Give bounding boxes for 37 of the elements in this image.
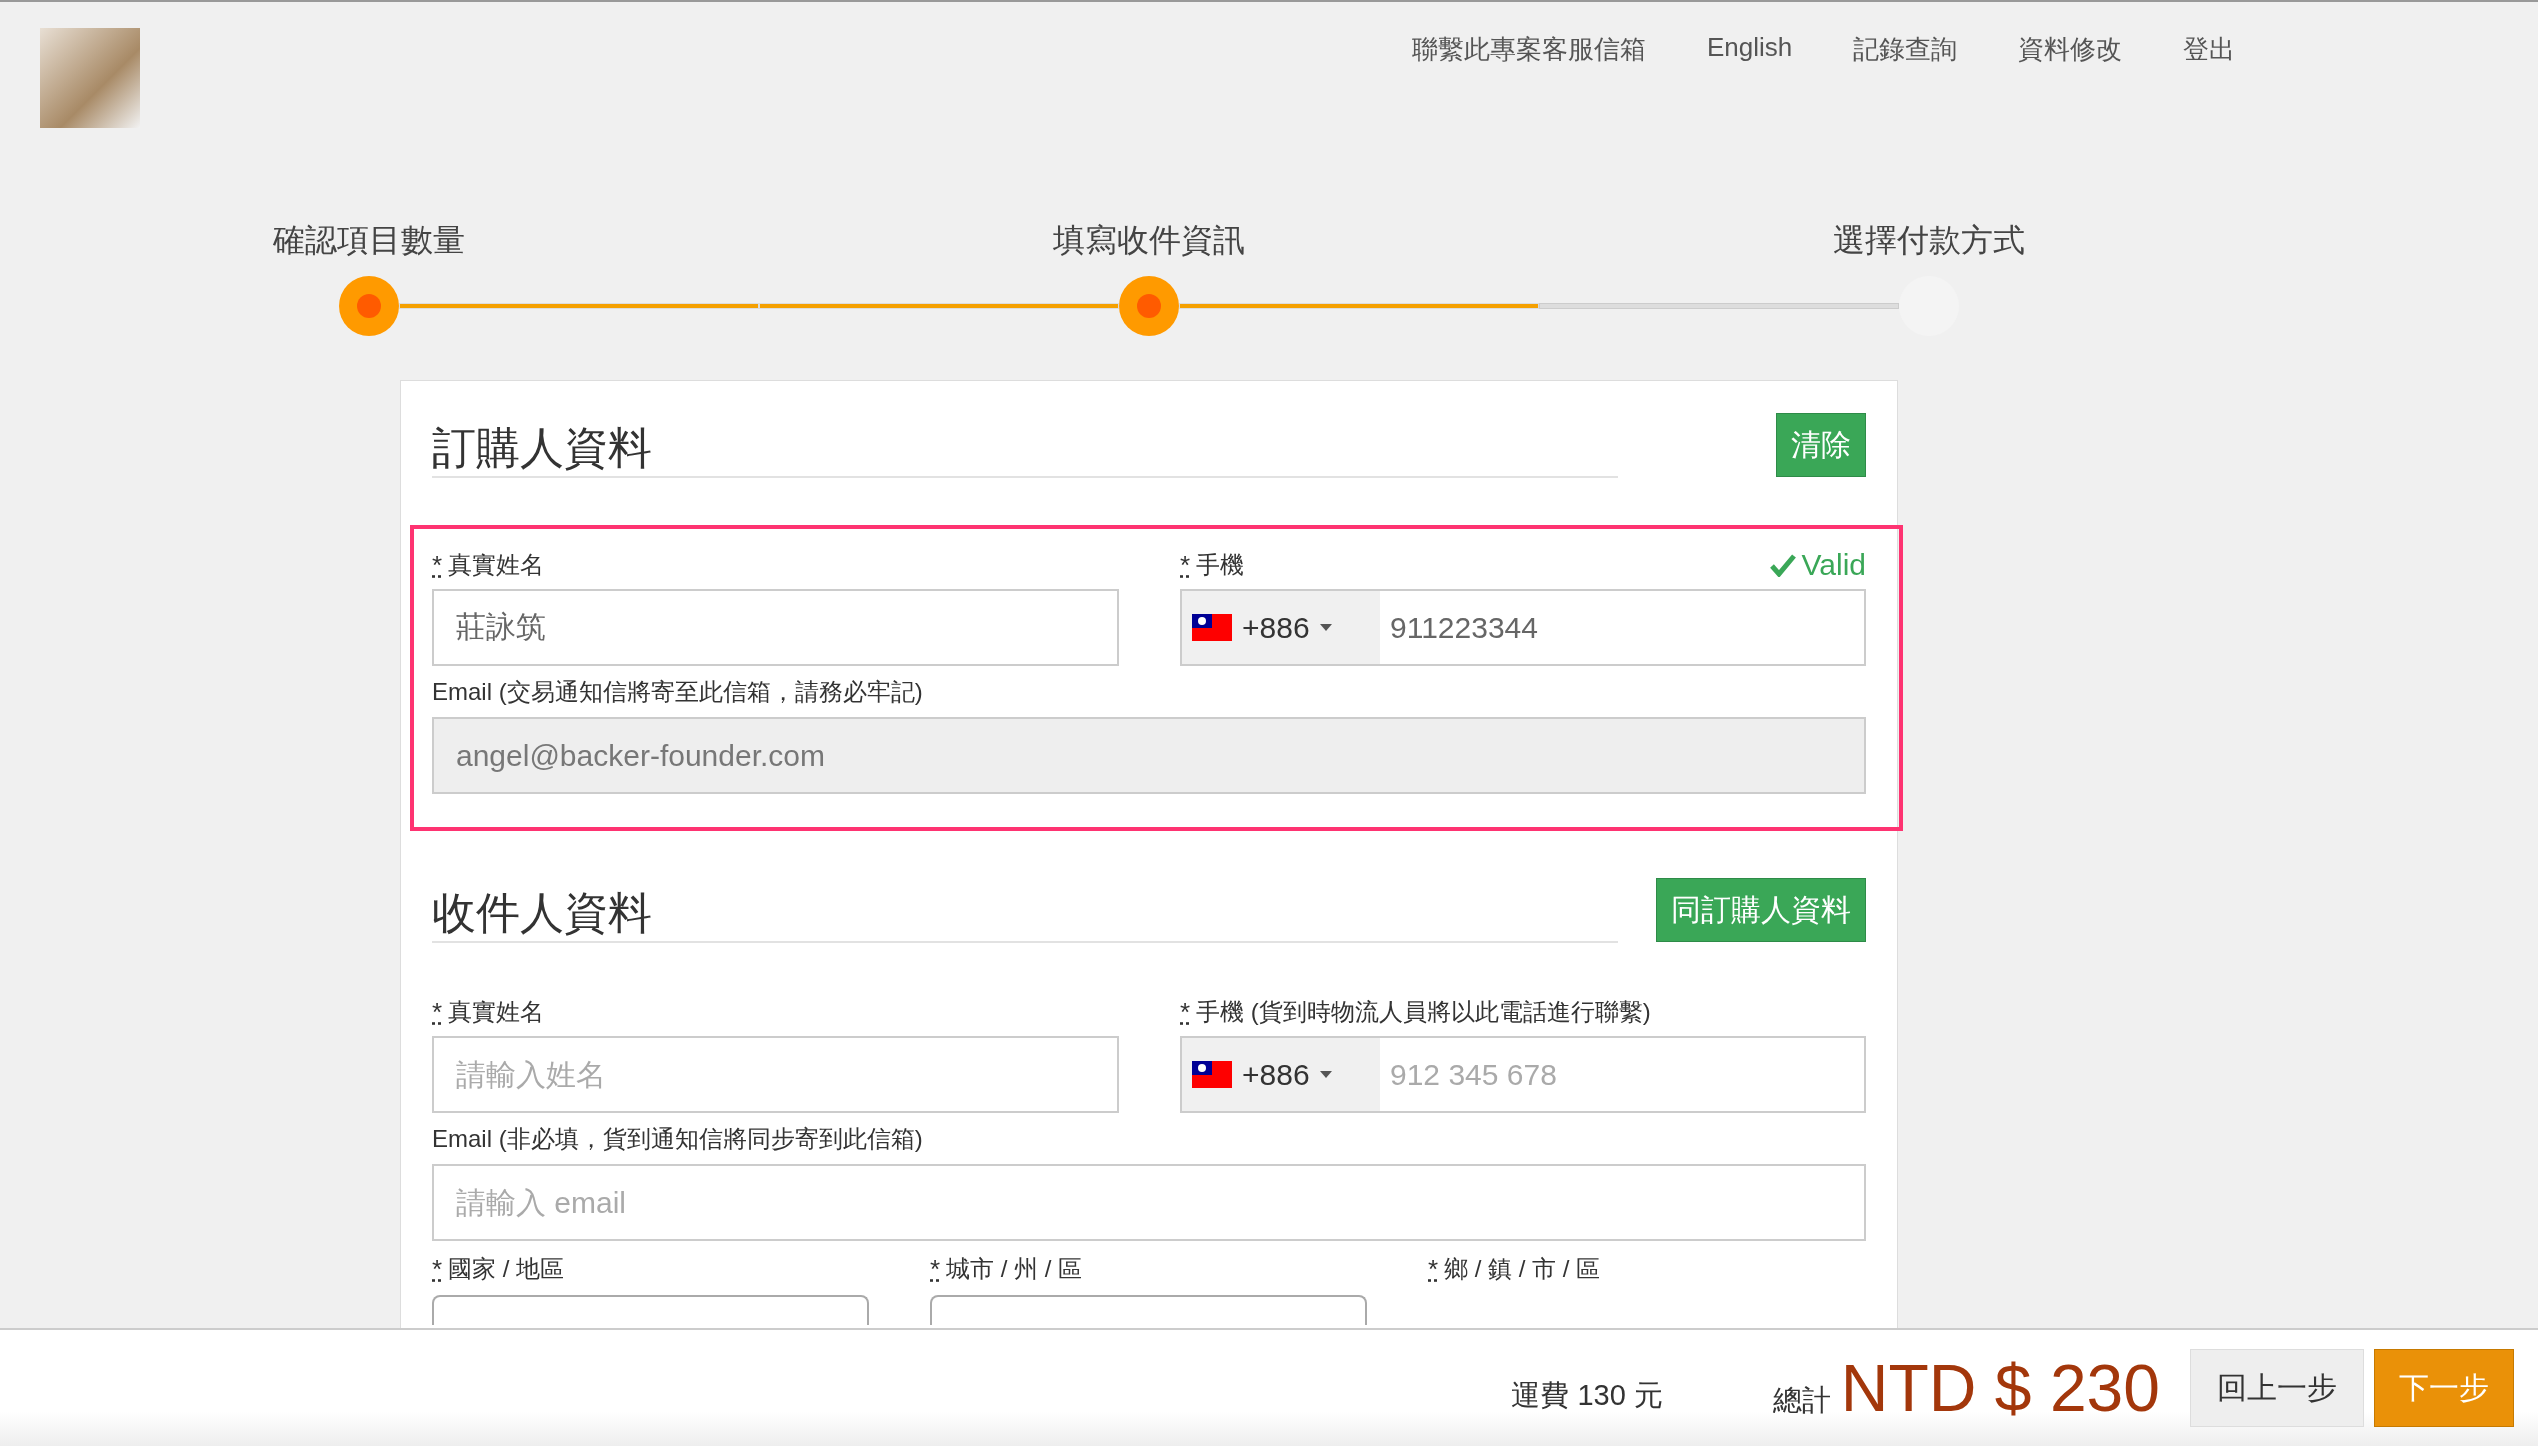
section-title: 訂購人資料 [432,415,1618,478]
field-label: 國家 / 地區 [448,1254,565,1284]
section-title: 收件人資料 [432,880,1618,943]
select-field[interactable] [930,1295,1367,1325]
required-mark: * [1180,549,1191,581]
field-label: Email (非必填，貨到通知信將同步寄到此信箱) [432,1123,923,1154]
total-label: 總計 [1772,1383,1831,1418]
step-label: 填寫收件資訊 [1053,221,1245,260]
total-amount: NTD $ 230 [1840,1350,2160,1426]
shipping-fee: 運費 130 元 [1511,1378,1663,1413]
nav-link[interactable]: 資料修改 [2018,32,2123,67]
validation-status: Valid [1801,548,1866,582]
check-icon [1769,553,1796,577]
nav-link[interactable]: 登出 [2183,32,2236,67]
field-label: 真實姓名 [448,997,545,1027]
field-label: 手機 (貨到時物流人員將以此電話進行聯繫) [1196,997,1651,1027]
step-label: 確認項目數量 [273,221,465,260]
required-mark: * [432,996,443,1028]
email-field[interactable]: 請輸入 email [432,1164,1866,1241]
required-mark: * [1180,996,1191,1028]
required-mark: * [930,1253,941,1285]
field-label: 真實姓名 [448,550,545,580]
field-label: 手機 [1196,550,1245,580]
nav-link[interactable]: 記錄查詢 [1853,32,1958,67]
field-label: 城市 / 州 / 區 [946,1254,1083,1284]
step-label: 選擇付款方式 [1833,221,2025,260]
select-field[interactable] [432,1295,869,1325]
required-mark: * [432,1253,443,1285]
name-field[interactable]: 請輸入姓名 [432,1036,1119,1113]
required-mark: * [432,549,443,581]
back-button[interactable]: 回上一步 [2190,1349,2364,1427]
nav-link[interactable]: English [1707,32,1793,67]
field-label: Email (交易通知信將寄至此信箱，請務必牢記) [432,676,923,707]
nav-link[interactable]: 聯繫此專案客服信箱 [1412,32,1646,67]
name-field[interactable]: 莊詠筑 [432,589,1119,666]
field-label: 鄉 / 鎮 / 市 / 區 [1444,1254,1601,1284]
required-mark: * [1428,1253,1439,1285]
